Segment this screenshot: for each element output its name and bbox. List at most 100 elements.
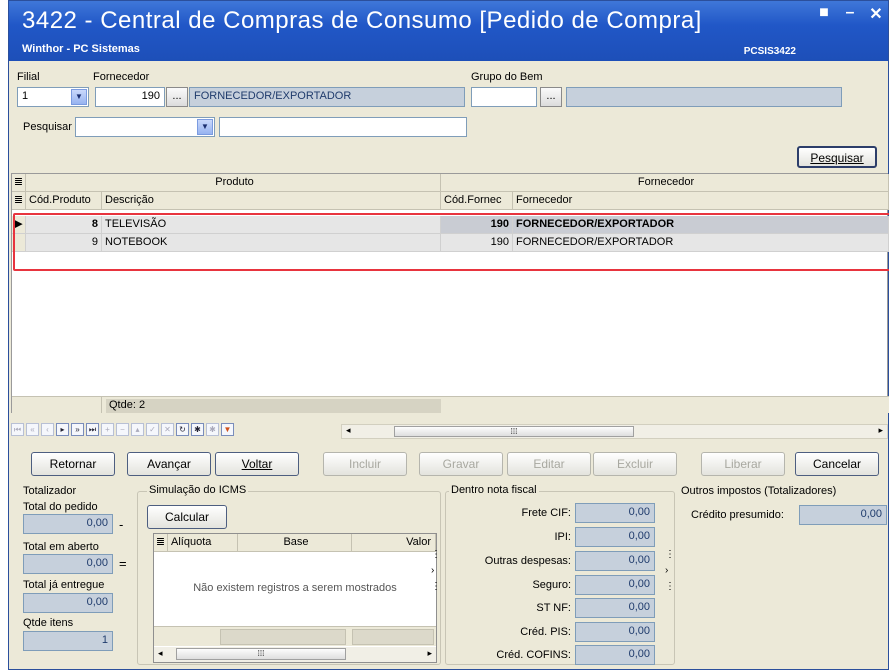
bookmark-icon[interactable]: ✱ [191, 423, 204, 436]
row-indicator [12, 234, 26, 252]
fornecedor-label: Fornecedor [93, 71, 150, 83]
restore-icon[interactable]: ■ [816, 4, 832, 24]
incluir-button[interactable]: Incluir [323, 452, 407, 476]
qtde-itens-label: Qtde itens [23, 617, 74, 629]
filter-icon[interactable]: ▼ [221, 423, 234, 436]
splitter-handle[interactable]: ⋮ › ⋮ [431, 547, 441, 597]
gravar-button[interactable]: Gravar [419, 452, 503, 476]
program-code: PCSIS3422 [743, 46, 796, 57]
minus-sign: - [119, 517, 124, 532]
total-entregue-field: 0,00 [23, 593, 113, 613]
scroll-left-icon[interactable]: ◂ [158, 648, 163, 659]
close-icon[interactable]: ✕ [868, 4, 884, 24]
goto-bookmark-icon[interactable]: ✱ [206, 423, 219, 436]
grupo-code-input[interactable] [471, 87, 537, 107]
scroll-thumb[interactable]: ⁞⁞⁞ [394, 426, 634, 437]
scroll-left-icon[interactable]: ◂ [346, 425, 351, 436]
cancel-icon[interactable]: ✕ [161, 423, 174, 436]
qtde-itens-field: 1 [23, 631, 113, 651]
total-pedido-label: Total do pedido [23, 501, 98, 513]
prev-page-icon[interactable]: « [26, 423, 39, 436]
fornecedor-name-field: FORNECEDOR/EXPORTADOR [189, 87, 465, 107]
cell-cod-fornec: 190 [441, 216, 513, 234]
totalizador-legend: Totalizador [23, 485, 77, 497]
horizontal-scrollbar[interactable]: ◂ ⁞⁞⁞ ▸ [341, 424, 888, 439]
frete-cif-field: 0,00 [575, 503, 655, 523]
col-descricao[interactable]: Descrição [102, 192, 441, 210]
frete-cif-label: Frete CIF: [521, 507, 571, 519]
chevron-down-icon[interactable]: ▼ [197, 119, 213, 135]
row-indicator-icon: ▶ [12, 216, 26, 234]
ipi-field: 0,00 [575, 527, 655, 547]
last-record-icon[interactable]: ⏭ [86, 423, 99, 436]
products-grid: ≣ Produto Fornecedor ≣ Cód.Produto Descr… [11, 173, 889, 413]
ipi-label: IPI: [554, 531, 571, 543]
pesquisar-button[interactable]: Pesquisar [797, 146, 877, 168]
grid-footer: Qtde: 2 [12, 396, 889, 413]
table-row[interactable]: ▶ 8 TELEVISÃO 190 FORNECEDOR/EXPORTADOR [12, 216, 889, 234]
col-base[interactable]: Base [238, 534, 352, 552]
icms-grid-footer [154, 626, 436, 646]
post-icon[interactable]: ✓ [146, 423, 159, 436]
delete-icon[interactable]: − [116, 423, 129, 436]
column-menu-icon[interactable]: ≣ [12, 192, 26, 210]
filial-select[interactable]: 1 ▼ [17, 87, 89, 107]
edit-icon[interactable]: ▴ [131, 423, 144, 436]
footer-qtde: Qtde: 2 [106, 399, 441, 413]
col-aliquota[interactable]: Alíquota [168, 534, 238, 552]
scroll-thumb[interactable]: ⁞⁞⁞ [176, 648, 346, 660]
prev-record-icon[interactable]: ‹ [41, 423, 54, 436]
col-fornecedor[interactable]: Fornecedor [513, 192, 889, 210]
empty-message: Não existem registros a serem mostrados [193, 582, 397, 594]
column-menu-icon[interactable]: ≣ [154, 534, 168, 552]
footer-cell [220, 629, 346, 645]
minimize-icon[interactable]: – [842, 4, 858, 24]
col-cod-produto[interactable]: Cód.Produto [26, 192, 102, 210]
table-row[interactable]: 9 NOTEBOOK 190 FORNECEDOR/EXPORTADOR [12, 234, 889, 252]
liberar-button[interactable]: Liberar [701, 452, 785, 476]
next-record-icon[interactable]: ▸ [56, 423, 69, 436]
avancar-button[interactable]: Avançar [127, 452, 211, 476]
excluir-button[interactable]: Excluir [593, 452, 677, 476]
window-title: 3422 - Central de Compras de Consumo [Pe… [22, 7, 702, 34]
cell-cod-produto: 8 [26, 216, 102, 234]
col-cod-fornec[interactable]: Cód.Fornec [441, 192, 513, 210]
first-record-icon[interactable]: ⏮ [11, 423, 24, 436]
cell-cod-fornec: 190 [441, 234, 513, 252]
total-aberto-field: 0,00 [23, 554, 113, 574]
insert-icon[interactable]: + [101, 423, 114, 436]
cell-fornecedor: FORNECEDOR/EXPORTADOR [513, 234, 889, 252]
total-aberto-label: Total em aberto [23, 541, 99, 553]
cred-cofins-label: Créd. COFINS: [496, 649, 571, 661]
refresh-icon[interactable]: ↻ [176, 423, 189, 436]
grupo-name-field [566, 87, 842, 107]
cred-cofins-field: 0,00 [575, 645, 655, 665]
scroll-right-icon[interactable]: ▸ [878, 425, 883, 436]
total-pedido-field: 0,00 [23, 514, 113, 534]
column-menu-icon[interactable]: ≣ [12, 174, 26, 192]
group-header-produto: Produto [26, 174, 441, 192]
seguro-label: Seguro: [532, 579, 571, 591]
voltar-button[interactable]: Voltar [215, 452, 299, 476]
search-input[interactable] [219, 117, 467, 137]
icms-grid: ≣ Alíquota Base Valor Não existem regist… [153, 533, 437, 663]
pesquisar-por-select[interactable]: ▼ [75, 117, 215, 137]
cancelar-button[interactable]: Cancelar [795, 452, 879, 476]
grupo-lookup-button[interactable]: ... [540, 87, 562, 107]
retornar-button[interactable]: Retornar [31, 452, 115, 476]
col-valor[interactable]: Valor [352, 534, 436, 552]
cell-descricao: NOTEBOOK [102, 234, 441, 252]
group-header-fornecedor: Fornecedor [441, 174, 889, 192]
chevron-down-icon[interactable]: ▼ [71, 89, 87, 105]
scroll-right-icon[interactable]: ▸ [427, 648, 432, 659]
next-page-icon[interactable]: » [71, 423, 84, 436]
calcular-button[interactable]: Calcular [147, 505, 227, 529]
icms-scrollbar[interactable]: ◂ ⁞⁞⁞ ▸ [154, 647, 436, 662]
fornecedor-code-input[interactable]: 190 [95, 87, 165, 107]
grupo-label: Grupo do Bem [471, 71, 543, 83]
cell-cod-produto: 9 [26, 234, 102, 252]
st-nf-label: ST NF: [536, 602, 571, 614]
editar-button[interactable]: Editar [507, 452, 591, 476]
credito-presumido-field: 0,00 [799, 505, 887, 525]
fornecedor-lookup-button[interactable]: ... [166, 87, 188, 107]
